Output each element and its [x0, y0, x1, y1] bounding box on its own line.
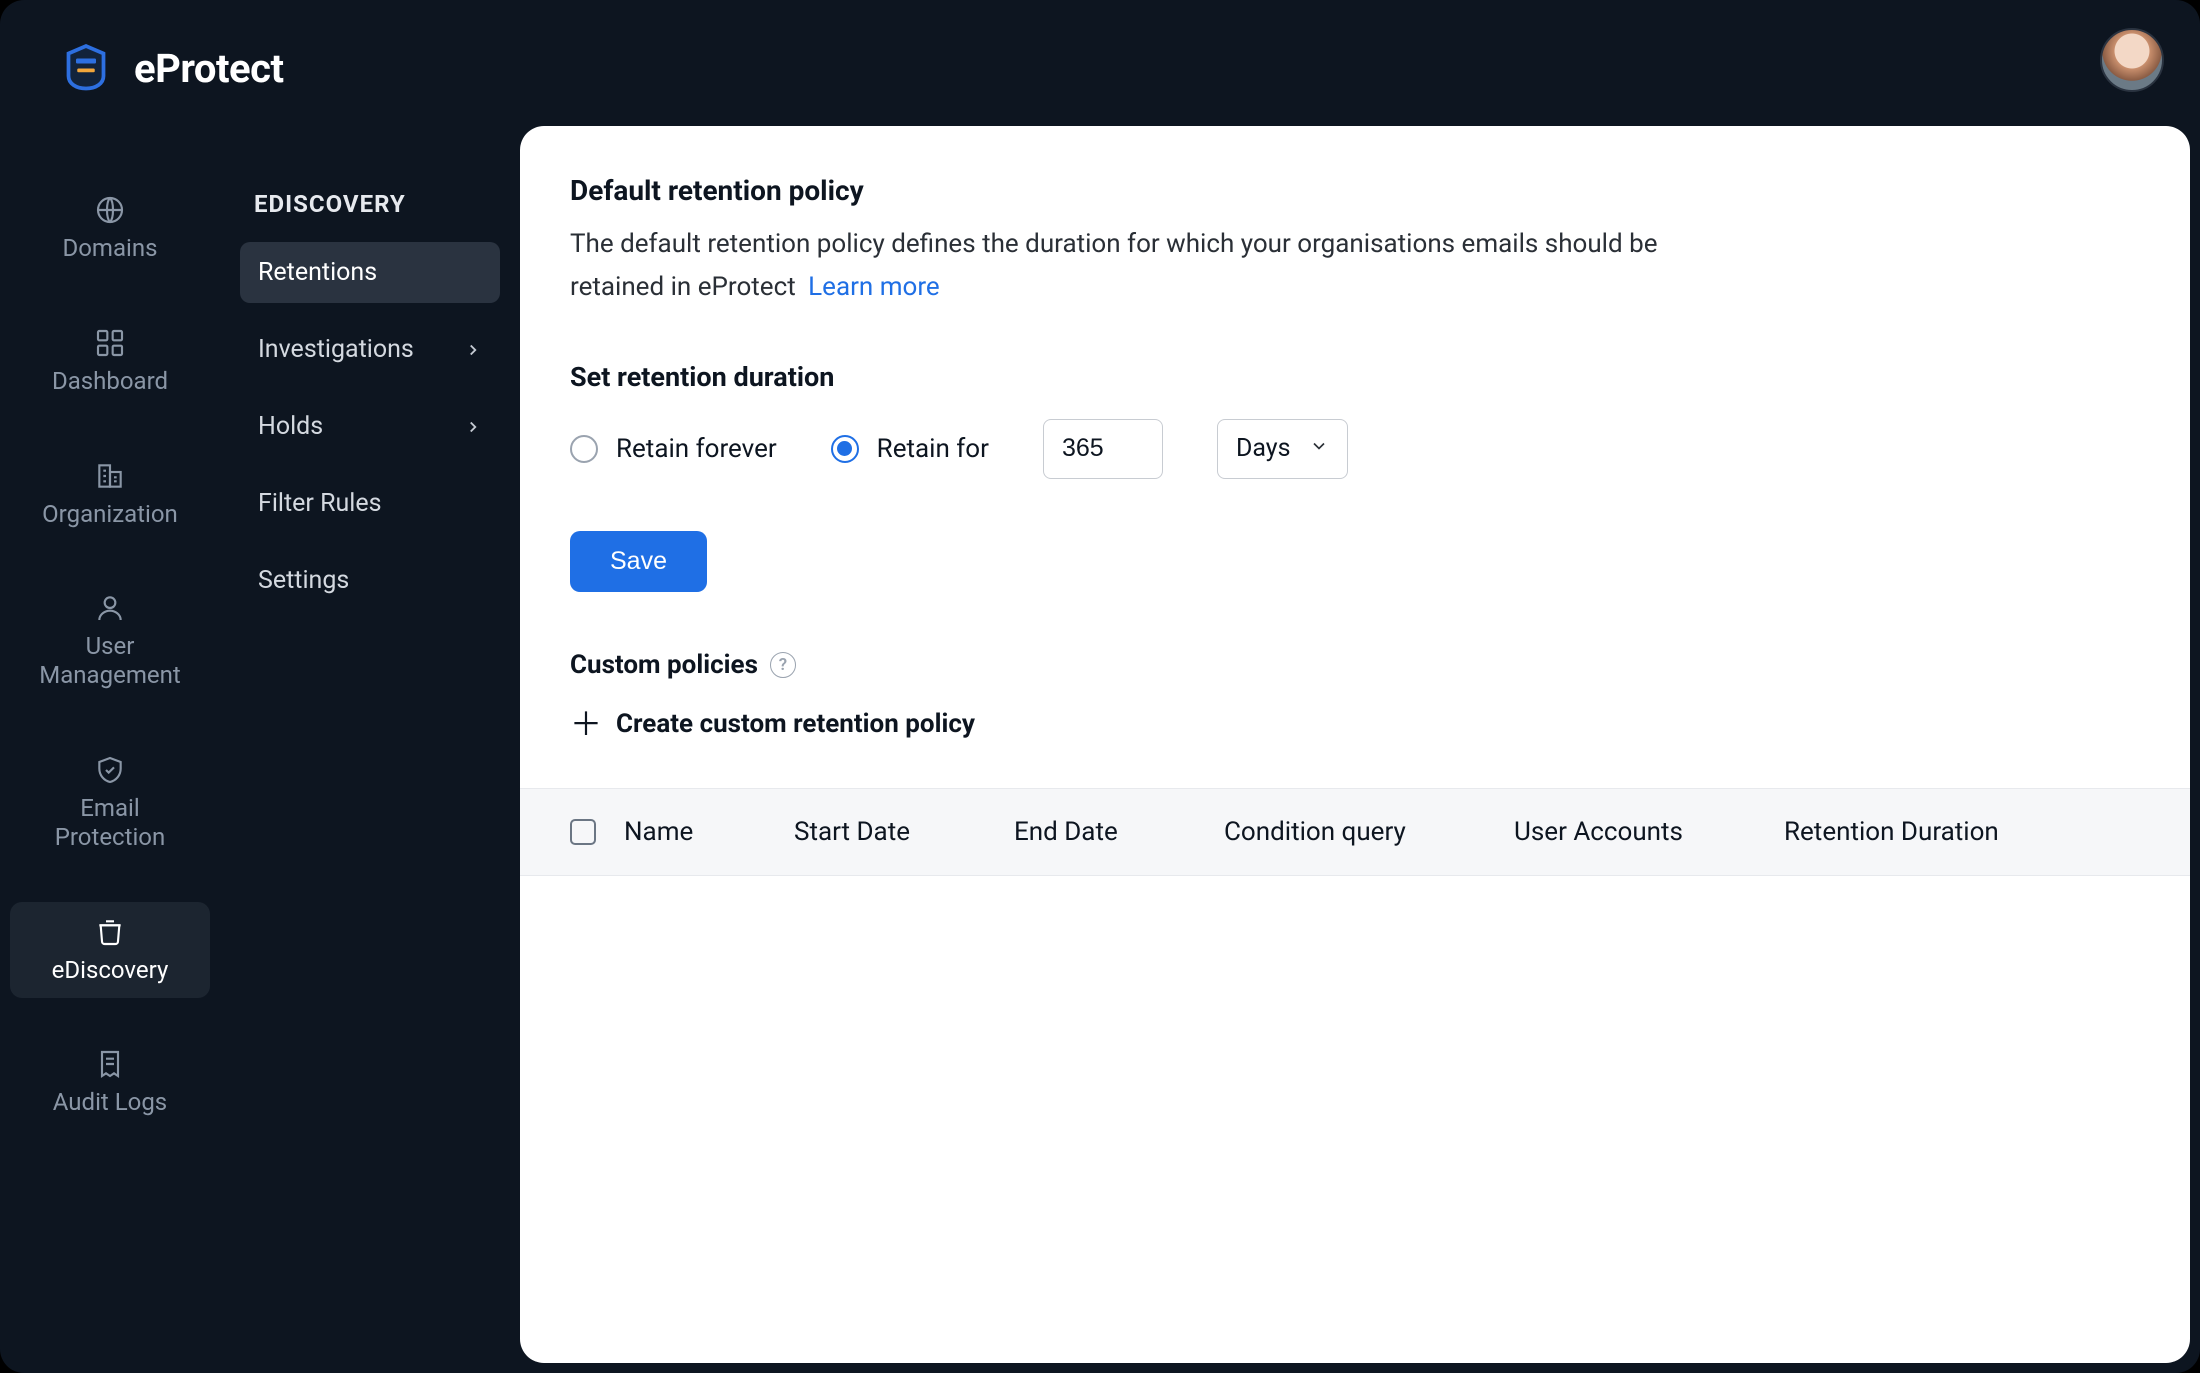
subnav-holds[interactable]: Holds: [240, 396, 500, 457]
globe-icon: [94, 194, 126, 226]
secondary-nav-heading: EDISCOVERY: [240, 190, 500, 218]
brand-name: eProtect: [134, 45, 284, 92]
select-all-checkbox[interactable]: [570, 819, 596, 845]
subnav-label: Retentions: [258, 258, 377, 287]
nav-audit-logs[interactable]: Audit Logs: [10, 1034, 210, 1131]
nav-label: Email Protection: [55, 794, 166, 852]
desc-text: The default retention policy defines the…: [570, 229, 1658, 302]
nav-label: eDiscovery: [52, 956, 169, 985]
custom-policies-title: Custom policies: [570, 650, 758, 680]
default-policy-description: The default retention policy defines the…: [570, 223, 1670, 309]
building-icon: [94, 460, 126, 492]
nav-label: Organization: [42, 500, 178, 529]
subnav-label: Holds: [258, 412, 323, 441]
subnav-label: Settings: [258, 566, 349, 595]
archive-icon: [94, 916, 126, 948]
col-accounts: User Accounts: [1514, 817, 1784, 847]
col-name: Name: [624, 817, 794, 847]
create-label: Create custom retention policy: [616, 709, 975, 739]
create-custom-policy-button[interactable]: ＋ Create custom retention policy: [570, 708, 2140, 740]
app-shell: eProtect Domains Dashboard Organization: [0, 0, 2200, 1373]
nav-organization[interactable]: Organization: [10, 446, 210, 543]
save-button[interactable]: Save: [570, 531, 707, 592]
nav-dashboard[interactable]: Dashboard: [10, 313, 210, 410]
col-start-date: Start Date: [794, 817, 1014, 847]
brand-area: eProtect: [56, 36, 284, 100]
subnav-settings[interactable]: Settings: [240, 550, 500, 611]
policies-table-header: Name Start Date End Date Condition query…: [520, 788, 2190, 876]
user-icon: [94, 592, 126, 624]
subnav-label: Filter Rules: [258, 489, 382, 518]
subnav-label: Investigations: [258, 335, 414, 364]
radio-label: Retain for: [877, 434, 989, 464]
receipt-icon: [94, 1048, 126, 1080]
brand-logo-icon: [56, 36, 116, 100]
retention-radio-group: Retain forever Retain for Days: [570, 419, 2140, 479]
subnav-investigations[interactable]: Investigations: [240, 319, 500, 380]
learn-more-link[interactable]: Learn more: [808, 272, 940, 302]
retention-duration-title: Set retention duration: [570, 361, 2140, 393]
retention-unit-select[interactable]: Days: [1217, 419, 1348, 479]
retain-for-option[interactable]: Retain for: [831, 434, 989, 464]
chevron-right-icon: [464, 341, 482, 359]
col-end-date: End Date: [1014, 817, 1224, 847]
subnav-filter-rules[interactable]: Filter Rules: [240, 473, 500, 534]
radio-icon: [831, 435, 859, 463]
radio-label: Retain forever: [616, 434, 777, 464]
nav-label: User Management: [39, 632, 180, 690]
retain-forever-option[interactable]: Retain forever: [570, 434, 777, 464]
col-retention: Retention Duration: [1784, 817, 2140, 847]
user-avatar[interactable]: [2100, 28, 2164, 92]
nav-email-protection[interactable]: Email Protection: [10, 740, 210, 866]
custom-policies-header: Custom policies ?: [570, 650, 2140, 680]
dashboard-icon: [94, 327, 126, 359]
chevron-down-icon: [1309, 434, 1329, 463]
help-icon[interactable]: ?: [770, 652, 796, 678]
subnav-retentions[interactable]: Retentions: [240, 242, 500, 303]
plus-icon: ＋: [570, 708, 602, 740]
nav-label: Dashboard: [52, 367, 168, 396]
nav-ediscovery[interactable]: eDiscovery: [10, 902, 210, 999]
nav-label: Audit Logs: [53, 1088, 167, 1117]
radio-icon: [570, 435, 598, 463]
chevron-right-icon: [464, 418, 482, 436]
retention-value-input[interactable]: [1043, 419, 1163, 479]
main-panel: Default retention policy The default ret…: [520, 126, 2190, 1363]
nav-domains[interactable]: Domains: [10, 180, 210, 277]
unit-label: Days: [1236, 434, 1291, 463]
nav-user-management[interactable]: User Management: [10, 578, 210, 704]
shield-icon: [94, 754, 126, 786]
nav-label: Domains: [62, 234, 157, 263]
default-policy-title: Default retention policy: [570, 174, 2140, 207]
col-condition: Condition query: [1224, 817, 1514, 847]
primary-nav: Domains Dashboard Organization User Mana…: [0, 0, 220, 1373]
secondary-nav: EDISCOVERY Retentions Investigations Hol…: [220, 0, 520, 1373]
